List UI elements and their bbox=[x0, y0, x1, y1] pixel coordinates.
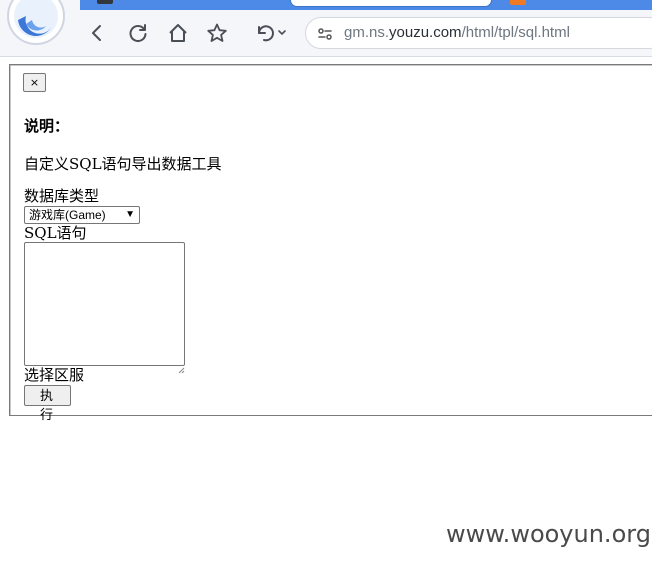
url-host: youzu.com bbox=[389, 24, 462, 41]
address-bar[interactable]: gm.ns.youzu.com/html/tpl/sql.html bbox=[305, 17, 652, 49]
server-label: 选择区服 bbox=[24, 366, 85, 384]
dropdown-arrow-icon: ▼ bbox=[125, 209, 135, 220]
back-icon bbox=[92, 25, 101, 41]
reload-button[interactable] bbox=[125, 20, 151, 46]
watermark: www.wooyun.org bbox=[446, 520, 651, 548]
resize-grip-icon[interactable] bbox=[178, 359, 185, 374]
home-button[interactable] bbox=[165, 20, 191, 46]
tab-indicator bbox=[97, 0, 113, 4]
db-type-select[interactable]: 游戏库(Game) ▼ bbox=[24, 206, 140, 224]
tool-description: 自定义SQL语句导出数据工具 bbox=[24, 155, 222, 173]
browser-logo-icon[interactable] bbox=[6, 0, 66, 46]
close-button[interactable]: × bbox=[23, 73, 46, 92]
page-heading: 说明： bbox=[24, 117, 70, 135]
back-button[interactable] bbox=[84, 20, 110, 46]
db-type-label: 数据库类型 bbox=[24, 187, 100, 205]
favorite-button[interactable] bbox=[204, 20, 230, 46]
sql-textarea[interactable] bbox=[24, 242, 185, 366]
home-icon bbox=[169, 24, 187, 42]
sql-label: SQL语句 bbox=[24, 224, 87, 242]
star-icon bbox=[207, 23, 227, 42]
sql-tool-panel: × 说明： 自定义SQL语句导出数据工具 数据库类型 游戏库(Game) ▼ S… bbox=[9, 64, 652, 423]
site-info-icon[interactable] bbox=[316, 26, 334, 42]
url-text[interactable]: gm.ns.youzu.com/html/tpl/sql.html bbox=[344, 24, 570, 41]
tab-indicator-orange bbox=[510, 0, 526, 5]
reload-icon bbox=[129, 24, 147, 43]
undo-icon bbox=[258, 25, 286, 42]
url-prefix: gm.ns. bbox=[344, 24, 390, 41]
execute-button[interactable]: 执 行 bbox=[24, 385, 71, 423]
db-type-selected: 游戏库(Game) bbox=[29, 208, 106, 222]
browser-toolbar: gm.ns.youzu.com/html/tpl/sql.html bbox=[0, 0, 652, 57]
undo-close-tab-button[interactable] bbox=[250, 20, 290, 46]
active-tab[interactable] bbox=[290, 0, 492, 7]
url-path: /html/tpl/sql.html bbox=[461, 24, 570, 41]
